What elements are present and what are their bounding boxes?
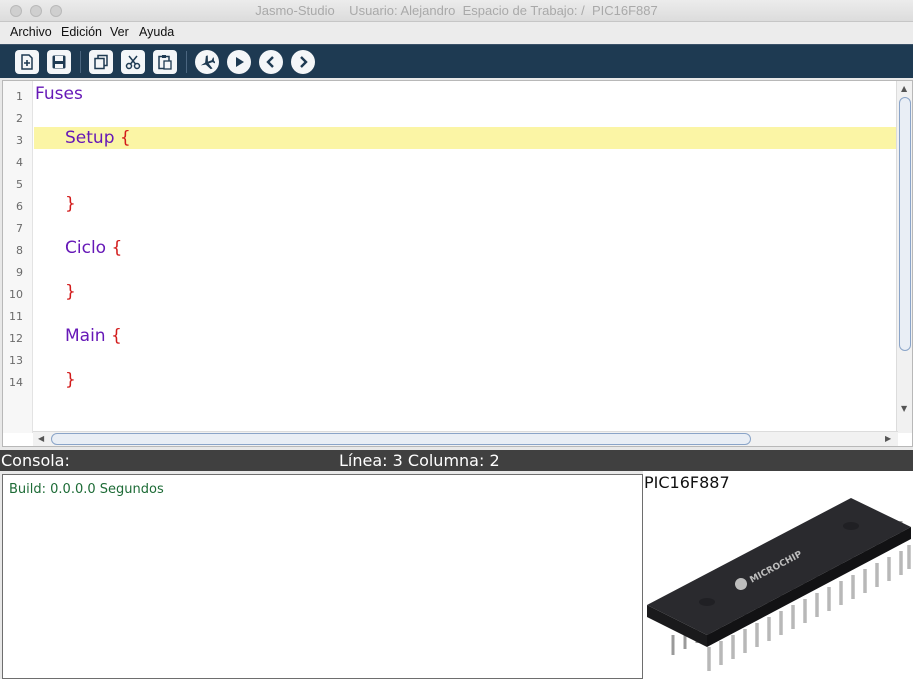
ciclo-open-brace: { [111,238,123,258]
line-number: 4 [16,156,23,169]
title-bar: Jasmo-Studio Usuario: Alejandro Espacio … [0,0,913,22]
back-button[interactable] [258,49,284,75]
pic-chip-image: MICROCHIP [647,498,911,671]
code-line-main: Main { [65,326,122,346]
line-number: 2 [16,112,23,125]
line-number: 14 [9,376,23,389]
toolbar [0,44,913,78]
setup-keyword: Setup [65,128,115,148]
line-number: 12 [9,332,23,345]
menu-ayuda[interactable]: Ayuda [139,25,174,39]
console-output[interactable]: Build: 0.0.0.0 Segundos [2,474,643,679]
copy-button[interactable] [88,49,114,75]
main-close-brace: } [65,370,76,390]
run-icon [227,50,251,74]
line-number: 9 [16,266,23,279]
copy-icon [89,50,113,74]
new-file-button[interactable] [14,49,40,75]
line-number: 7 [16,222,23,235]
run-button[interactable] [226,49,252,75]
ciclo-keyword: Ciclo [65,238,107,258]
code-editor[interactable]: 1 2 3 4 5 6 7 8 9 10 11 12 13 14 Fuses S… [2,80,913,447]
line-number: 13 [9,354,23,367]
cut-icon [121,50,145,74]
new-file-icon [15,50,39,74]
paste-icon [153,50,177,74]
save-button[interactable] [46,49,72,75]
app-window: Jasmo-Studio Usuario: Alejandro Espacio … [0,0,913,679]
forward-button[interactable] [290,49,316,75]
code-line-main-close: } [65,370,76,390]
line-number: 8 [16,244,23,257]
toolbar-separator [186,51,187,73]
scroll-down-arrow-icon[interactable]: ▼ [901,404,907,413]
window-title: Jasmo-Studio Usuario: Alejandro Espacio … [255,3,658,18]
fuses-keyword: Fuses [35,84,83,104]
ciclo-close-brace: } [65,282,76,302]
cursor-position: Línea: 3 Columna: 2 [339,451,500,470]
line-number: 6 [16,200,23,213]
line-number: 1 [16,90,23,103]
device-panel: PIC16F887 MICROCHIP [643,471,913,679]
menu-ver[interactable]: Ver [110,25,129,39]
horizontal-scrollbar[interactable]: ◀ ▶ [33,431,898,446]
status-bar: Consola: Línea: 3 Columna: 2 [0,450,913,471]
back-icon [259,50,283,74]
code-line-ciclo: Ciclo { [65,238,122,258]
line-number: 5 [16,178,23,191]
vertical-scroll-thumb[interactable] [899,97,911,351]
save-icon [47,50,71,74]
vertical-scrollbar[interactable]: ▲ ▼ [896,81,912,433]
code-line-ciclo-close: } [65,282,76,302]
toolbar-separator [80,51,81,73]
current-line-highlight [34,127,898,149]
line-number-gutter: 1 2 3 4 5 6 7 8 9 10 11 12 13 14 [3,81,33,433]
setup-open-brace: { [119,128,131,148]
code-line-setup: Setup { [65,128,131,148]
main-open-brace: { [111,326,122,346]
paste-button[interactable] [152,49,178,75]
menu-archivo[interactable]: Archivo [10,25,52,39]
console-line: Build: 0.0.0.0 Segundos [9,482,164,497]
console-label: Consola: [1,451,70,470]
line-number: 10 [9,288,23,301]
scroll-up-arrow-icon[interactable]: ▲ [901,84,907,93]
setup-close-brace: } [65,194,76,214]
cut-button[interactable] [120,49,146,75]
deploy-button[interactable] [194,49,220,75]
scroll-left-arrow-icon[interactable]: ◀ [38,434,44,443]
menu-bar: Archivo Edición Ver Ayuda [0,22,913,44]
deploy-plane-icon [195,50,219,74]
menu-edicion[interactable]: Edición [61,25,102,39]
scroll-right-arrow-icon[interactable]: ▶ [885,434,891,443]
main-keyword: Main [65,326,106,346]
forward-icon [291,50,315,74]
line-number: 3 [16,134,23,147]
code-line-fuses: Fuses [35,84,83,104]
device-name: PIC16F887 [644,473,730,492]
horizontal-scroll-thumb[interactable] [51,433,751,445]
code-line-setup-close: } [65,194,76,214]
line-number: 11 [9,310,23,323]
